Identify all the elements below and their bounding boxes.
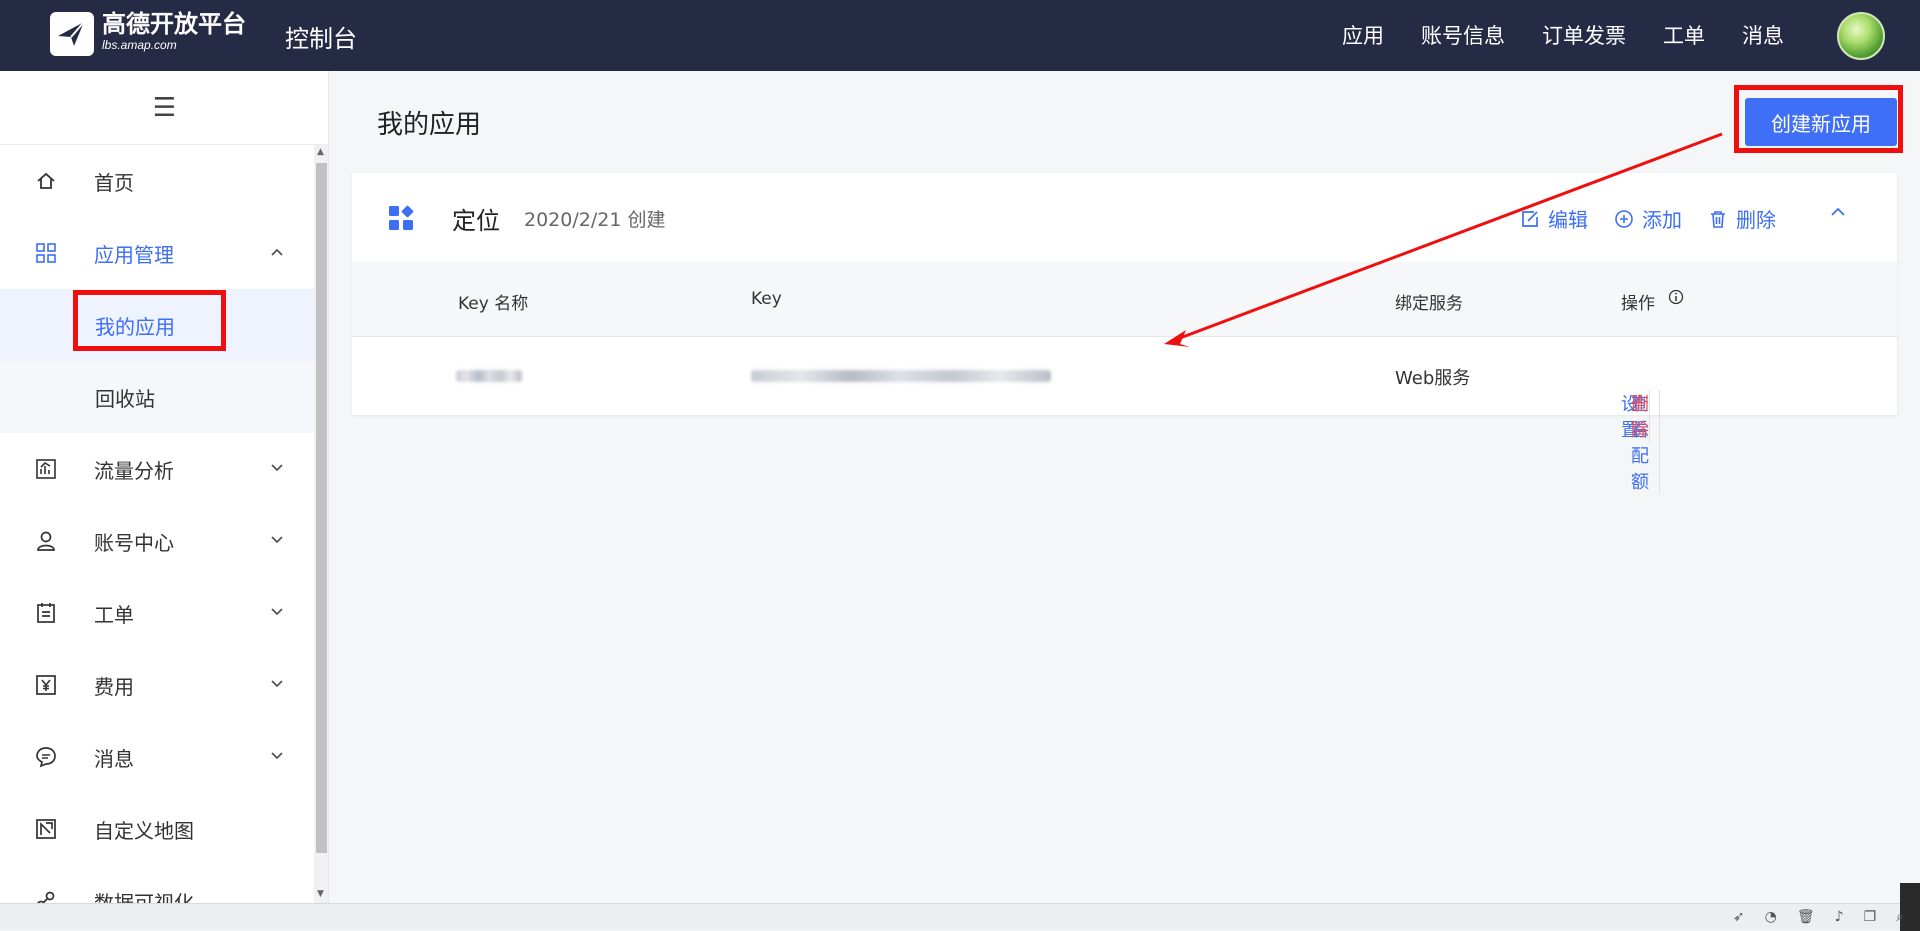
chevron-down-icon — [270, 677, 284, 693]
sidebar-item-label: 自定义地图 — [94, 818, 194, 843]
home-icon — [34, 169, 58, 193]
sidebar-item-label: 首页 — [94, 170, 134, 195]
sidebar-item-label: 工单 — [94, 602, 134, 627]
user-icon — [34, 529, 58, 553]
delete-app-button[interactable]: 删除 — [1708, 204, 1776, 233]
chevron-down-icon — [270, 461, 284, 477]
sidebar-item-label: 流量分析 — [94, 458, 174, 483]
bottom-status-strip: ➶ ◔ 🗑 ♪ ❐ ⌕ — [0, 883, 1920, 931]
top-nav: 应用 账号信息 订单发票 工单 消息 — [1342, 20, 1784, 50]
sidebar: ☰ 首页 应用管理 我的应用 回收站 流量分析 账号中心 工单 费用 消息 自定… — [0, 71, 329, 903]
col-operations: 操作 — [1621, 294, 1655, 314]
app-card: 定位 2020/2/21 创建 编辑 添加 删除 Key 名称 Key 绑定服务… — [352, 173, 1897, 494]
page-title: 我的应用 — [377, 110, 482, 140]
rocket-icon[interactable]: ➶ — [1733, 909, 1745, 925]
delete-label: 删除 — [1736, 208, 1776, 232]
key-value-redacted — [751, 370, 1051, 382]
nav-messages[interactable]: 消息 — [1742, 20, 1784, 50]
sidebar-item-billing[interactable]: 费用 — [0, 649, 314, 721]
nav-tickets[interactable]: 工单 — [1663, 20, 1705, 50]
volume-icon[interactable]: ♪ — [1835, 909, 1844, 925]
my-apps-highlight — [73, 290, 226, 351]
app-name: 定位 — [452, 207, 500, 235]
search-icon[interactable]: ⌕ — [1896, 909, 1904, 925]
grid-icon — [34, 241, 58, 265]
table-row: Web服务 设置 查看配额 删除 — [352, 337, 1897, 494]
scroll-up-icon[interactable]: ▲ — [317, 147, 324, 157]
sidebar-item-label: 回收站 — [95, 386, 155, 411]
avatar[interactable] — [1837, 12, 1885, 60]
clipboard-icon — [34, 601, 58, 625]
chevron-down-icon — [270, 605, 284, 621]
sidebar-item-label: 费用 — [94, 674, 134, 699]
key-name-redacted — [456, 370, 522, 382]
yen-icon — [34, 673, 58, 697]
chevron-down-icon — [270, 533, 284, 549]
logo[interactable]: 高德开放平台 lbs.amap.com — [50, 12, 246, 56]
edit-app-button[interactable]: 编辑 — [1520, 204, 1588, 233]
nav-account-info[interactable]: 账号信息 — [1421, 20, 1505, 50]
trash-icon[interactable]: 🗑 — [1797, 909, 1815, 925]
trash-icon — [1711, 210, 1725, 228]
col-key-name: Key 名称 — [458, 294, 529, 314]
sidebar-item-label: 应用管理 — [94, 242, 174, 267]
add-circle-icon — [1615, 209, 1633, 228]
chevron-up-icon — [270, 245, 284, 261]
logo-name: 高德开放平台 — [102, 10, 246, 38]
chevron-down-icon — [270, 749, 284, 765]
nav-apps[interactable]: 应用 — [1342, 20, 1384, 50]
app-actions: 编辑 添加 删除 — [1520, 204, 1802, 233]
edit-icon — [1522, 210, 1538, 227]
scroll-down-icon[interactable]: ▼ — [317, 889, 324, 899]
info-icon[interactable] — [1668, 289, 1684, 310]
console-title: 控制台 — [285, 25, 357, 53]
top-bar: 高德开放平台 lbs.amap.com 控制台 应用 账号信息 订单发票 工单 … — [0, 0, 1920, 71]
logo-url: lbs.amap.com — [102, 38, 177, 52]
create-button-highlight — [1734, 85, 1903, 153]
nav-orders-invoices[interactable]: 订单发票 — [1542, 20, 1626, 50]
sidebar-item-traffic-analysis[interactable]: 流量分析 — [0, 433, 314, 505]
sidebar-item-recycle-bin[interactable]: 回收站 — [0, 361, 314, 433]
col-key: Key — [751, 289, 782, 309]
sidebar-item-home[interactable]: 首页 — [0, 145, 314, 217]
message-icon — [34, 745, 58, 769]
sidebar-item-tickets[interactable]: 工单 — [0, 577, 314, 649]
sidebar-item-label: 数据可视化 — [94, 890, 194, 904]
sidebar-item-data-visualization[interactable]: 数据可视化 — [0, 865, 314, 903]
app-grid-icon — [389, 205, 414, 230]
collapse-icon[interactable] — [1830, 203, 1846, 222]
keys-table-header: Key 名称 Key 绑定服务 操作 — [352, 262, 1897, 337]
sidebar-item-account-center[interactable]: 账号中心 — [0, 505, 314, 577]
sidebar-item-custom-map[interactable]: 自定义地图 — [0, 793, 314, 865]
sidebar-scrollbar[interactable]: ▲ ▼ — [314, 145, 328, 903]
amap-logo-icon — [50, 12, 94, 56]
chart-icon — [34, 457, 58, 481]
visual-icon — [34, 889, 58, 903]
menu-toggle-icon[interactable]: ☰ — [0, 71, 328, 145]
edit-label: 编辑 — [1548, 208, 1588, 232]
window-icon[interactable]: ❐ — [1864, 909, 1877, 925]
col-bound-service: 绑定服务 — [1395, 294, 1463, 314]
sidebar-item-label: 消息 — [94, 746, 134, 771]
add-key-button[interactable]: 添加 — [1614, 204, 1682, 233]
sidebar-item-messages[interactable]: 消息 — [0, 721, 314, 793]
sidebar-item-label: 账号中心 — [94, 530, 174, 555]
sidebar-item-app-management[interactable]: 应用管理 — [0, 217, 314, 289]
system-tray: ➶ ◔ 🗑 ♪ ❐ ⌕ — [1733, 909, 1904, 925]
scrollbar-thumb[interactable] — [316, 163, 327, 853]
bound-service: Web服务 — [1395, 368, 1471, 389]
delete-key-link[interactable]: 删除 — [1621, 390, 1659, 442]
add-label: 添加 — [1642, 208, 1682, 232]
map-icon — [34, 817, 58, 841]
app-card-header: 定位 2020/2/21 创建 编辑 添加 删除 — [352, 173, 1897, 262]
app-created-date: 2020/2/21 创建 — [524, 209, 666, 231]
sidebar-menu: 首页 应用管理 我的应用 回收站 流量分析 账号中心 工单 费用 消息 自定义地… — [0, 145, 314, 903]
speed-icon[interactable]: ◔ — [1765, 909, 1777, 925]
